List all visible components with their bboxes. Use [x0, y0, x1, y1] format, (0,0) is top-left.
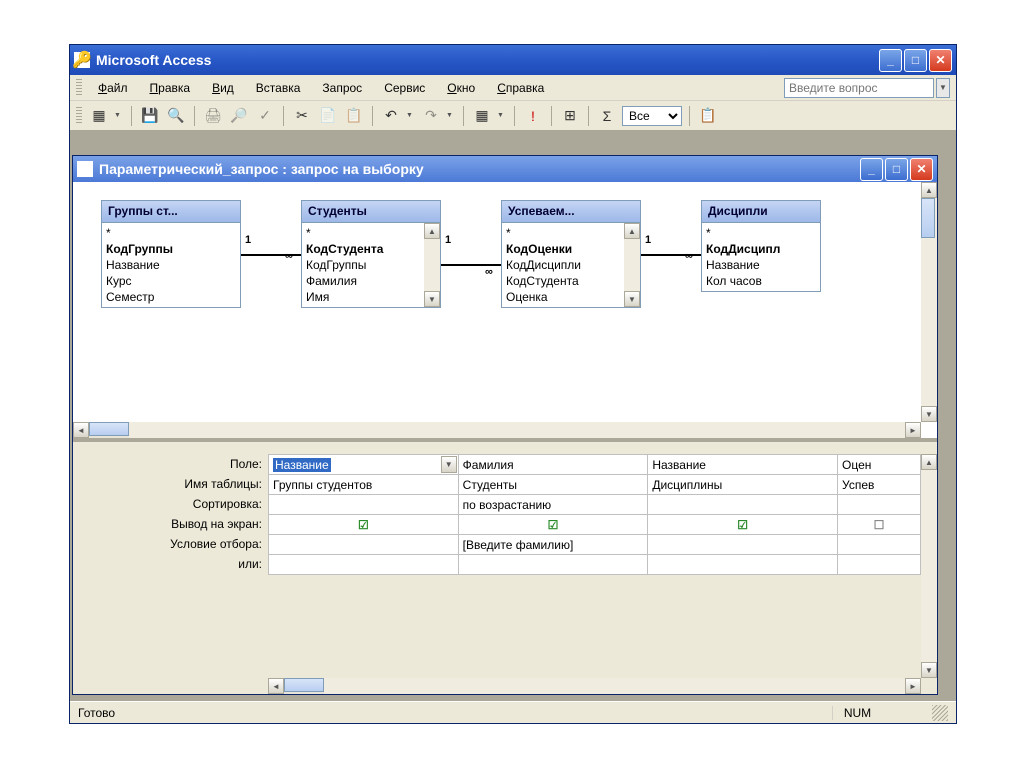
sort-cell[interactable]: по возрастанию: [458, 495, 648, 515]
help-dropdown[interactable]: ▼: [936, 78, 950, 98]
view-button[interactable]: ▦: [88, 105, 110, 127]
menu-file[interactable]: Файл: [88, 78, 138, 98]
run-button[interactable]: !: [522, 105, 544, 127]
help-search-input[interactable]: [784, 78, 934, 98]
field-cell[interactable]: Оцен: [838, 455, 921, 475]
diagram-hscroll[interactable]: ◄►: [73, 422, 921, 438]
inner-maximize-button[interactable]: □: [885, 158, 908, 181]
table-cell[interactable]: Дисциплины: [648, 475, 838, 495]
field-cell[interactable]: Название▼: [269, 455, 459, 475]
menubar: Файл Правка Вид Вставка Запрос Сервис Ок…: [70, 75, 956, 101]
show-checkbox[interactable]: ☑: [269, 515, 459, 535]
copy-button[interactable]: 📄: [317, 105, 339, 127]
chevron-down-icon[interactable]: ▼: [441, 456, 457, 473]
menu-grip[interactable]: [76, 79, 82, 97]
query-title: Параметрический_запрос : запрос на выбор…: [99, 161, 860, 177]
menu-tools[interactable]: Сервис: [374, 78, 435, 98]
cut-button[interactable]: ✂: [291, 105, 313, 127]
print-button[interactable]: 🖨: [202, 105, 224, 127]
menu-query[interactable]: Запрос: [312, 78, 372, 98]
redo-button[interactable]: ↷: [420, 105, 442, 127]
totals-button[interactable]: Σ: [596, 105, 618, 127]
show-checkbox[interactable]: ☑: [648, 515, 838, 535]
properties-button[interactable]: 📋: [697, 105, 719, 127]
toolbar: ▦▼ 💾 🔍 🖨 🔎 ✓ ✂ 📄 📋 ↶▼ ↷▼ ▦▼ ! ⊞ Σ Все 📋: [70, 101, 956, 131]
sort-cell[interactable]: [269, 495, 459, 515]
view-dropdown[interactable]: ▼: [114, 112, 124, 119]
or-cell[interactable]: [838, 555, 921, 575]
app-window: 🔑 Microsoft Access _ □ ✕ Файл Правка Вид…: [69, 44, 957, 724]
undo-button[interactable]: ↶: [380, 105, 402, 127]
field-list[interactable]: * КодДисципл Название Кол часов: [702, 223, 820, 291]
query-window: ▦ Параметрический_запрос : запрос на выб…: [72, 155, 938, 695]
top-values-select[interactable]: Все: [622, 106, 682, 126]
diagram-vscroll[interactable]: ▲▼: [921, 182, 937, 422]
inner-minimize-button[interactable]: _: [860, 158, 883, 181]
criteria-cell[interactable]: [838, 535, 921, 555]
field-list[interactable]: * КодСтудента КодГруппы Фамилия Имя: [302, 223, 424, 307]
table-cell[interactable]: Успев: [838, 475, 921, 495]
grid-hscroll[interactable]: ◄►: [268, 678, 921, 694]
minimize-button[interactable]: _: [879, 49, 902, 72]
table-diagram-pane[interactable]: Группы ст... * КодГруппы Название Курс С…: [73, 182, 937, 442]
sort-cell[interactable]: [648, 495, 838, 515]
toolbar-grip[interactable]: [76, 107, 82, 125]
query-grid[interactable]: Название▼ Фамилия Название Оцен Группы с…: [268, 454, 921, 575]
inner-close-button[interactable]: ✕: [910, 158, 933, 181]
criteria-cell[interactable]: [269, 535, 459, 555]
menu-help[interactable]: Справка: [487, 78, 554, 98]
query-type-button[interactable]: ▦: [471, 105, 493, 127]
table-disciplines[interactable]: Дисципли * КодДисципл Название Кол часов: [701, 200, 821, 292]
query-grid-pane: Поле: Имя таблицы: Сортировка: Вывод на …: [73, 442, 937, 694]
criteria-cell[interactable]: [648, 535, 838, 555]
table-groups[interactable]: Группы ст... * КодГруппы Название Курс С…: [101, 200, 241, 308]
query-titlebar[interactable]: ▦ Параметрический_запрос : запрос на выб…: [73, 156, 937, 182]
close-button[interactable]: ✕: [929, 49, 952, 72]
maximize-button[interactable]: □: [904, 49, 927, 72]
or-cell[interactable]: [648, 555, 838, 575]
grid-vscroll[interactable]: ▲▼: [921, 454, 937, 678]
mdi-client: ▦ Параметрический_запрос : запрос на выб…: [70, 131, 956, 701]
field-cell[interactable]: Название: [648, 455, 838, 475]
spell-button[interactable]: ✓: [254, 105, 276, 127]
table-cell[interactable]: Студенты: [458, 475, 648, 495]
field-list[interactable]: * КодОценки КодДисципли КодСтудента Оцен…: [502, 223, 624, 307]
file-search-button[interactable]: 🔍: [165, 105, 187, 127]
menu-edit[interactable]: Правка: [140, 78, 201, 98]
menu-insert[interactable]: Вставка: [246, 78, 311, 98]
show-table-button[interactable]: ⊞: [559, 105, 581, 127]
menu-window[interactable]: Окно: [437, 78, 485, 98]
status-num: NUM: [832, 706, 882, 720]
save-button[interactable]: 💾: [139, 105, 161, 127]
paste-button[interactable]: 📋: [343, 105, 365, 127]
show-checkbox[interactable]: ☐: [838, 515, 921, 535]
resize-gripper[interactable]: [932, 705, 948, 721]
criteria-cell[interactable]: [Введите фамилию]: [458, 535, 648, 555]
field-list[interactable]: * КодГруппы Название Курс Семестр: [102, 223, 240, 307]
grid-row-labels: Поле: Имя таблицы: Сортировка: Вывод на …: [73, 442, 268, 694]
or-cell[interactable]: [269, 555, 459, 575]
titlebar[interactable]: 🔑 Microsoft Access _ □ ✕: [70, 45, 956, 75]
or-cell[interactable]: [458, 555, 648, 575]
query-icon: ▦: [77, 161, 93, 177]
field-cell[interactable]: Фамилия: [458, 455, 648, 475]
sort-cell[interactable]: [838, 495, 921, 515]
statusbar: Готово NUM: [70, 701, 956, 723]
status-ready: Готово: [78, 706, 632, 720]
table-students[interactable]: Студенты * КодСтудента КодГруппы Фамилия…: [301, 200, 441, 308]
table-grades[interactable]: Успеваем... * КодОценки КодДисципли КодС…: [501, 200, 641, 308]
app-icon: 🔑: [74, 52, 90, 68]
app-title: Microsoft Access: [96, 52, 879, 68]
menu-view[interactable]: Вид: [202, 78, 244, 98]
show-checkbox[interactable]: ☑: [458, 515, 648, 535]
table-cell[interactable]: Группы студентов: [269, 475, 459, 495]
preview-button[interactable]: 🔎: [228, 105, 250, 127]
